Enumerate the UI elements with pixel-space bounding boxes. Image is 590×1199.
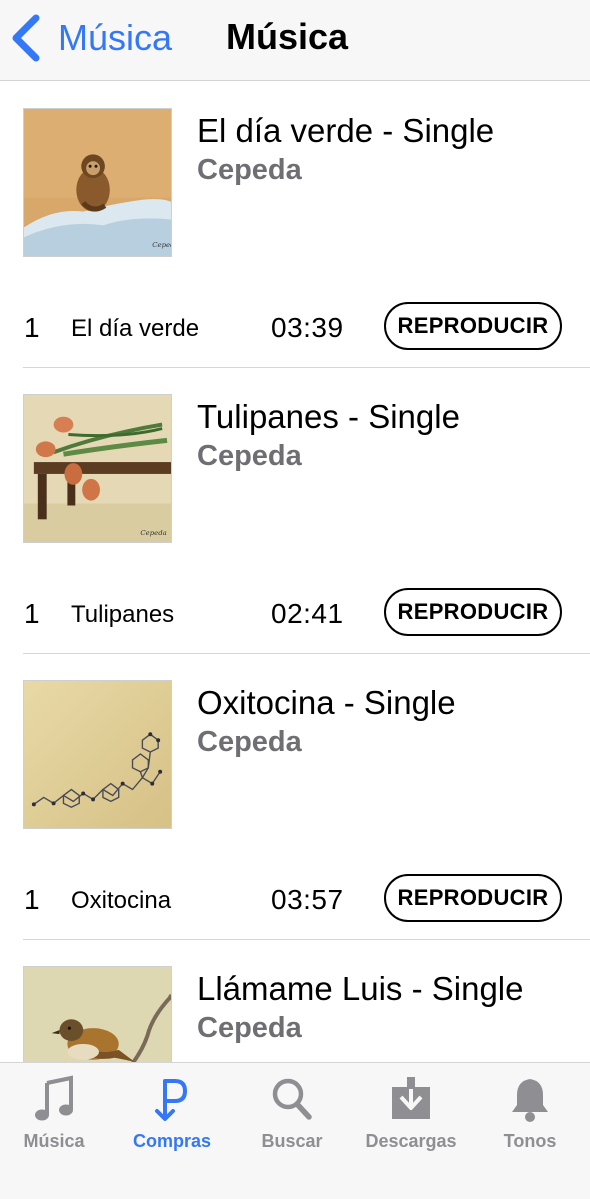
play-button[interactable]: REPRODUCIR xyxy=(384,588,562,636)
tulips-on-bench-painting: Cepeda xyxy=(24,395,171,542)
download-icon xyxy=(392,1077,430,1119)
tab-descargas[interactable]: Descargas xyxy=(352,1063,470,1163)
molecule-structure-painting xyxy=(24,681,171,828)
page-title: Música xyxy=(226,16,349,57)
track-name: El día verde xyxy=(71,315,200,342)
album-title[interactable]: Oxitocina - Single xyxy=(197,684,456,722)
album-artwork-bird[interactable] xyxy=(23,966,172,1062)
track-duration: 03:57 xyxy=(271,884,344,915)
tab-tonos[interactable]: Tonos xyxy=(471,1063,589,1163)
tab-musica[interactable]: Música xyxy=(0,1063,113,1163)
tab-label: Tonos xyxy=(503,1131,557,1151)
album-title[interactable]: Tulipanes - Single xyxy=(197,398,460,436)
tab-label: Descargas xyxy=(365,1131,457,1151)
monkey-on-snow-painting: Cepeda xyxy=(24,109,171,256)
track-row[interactable]: 1 Tulipanes 02:41 REPRODUCIR xyxy=(0,578,590,654)
album-title[interactable]: El día verde - Single xyxy=(197,112,494,150)
album-title[interactable]: Llámame Luis - Single xyxy=(197,970,524,1008)
album-artwork-tulips[interactable]: Cepeda xyxy=(23,394,172,543)
tab-bar: Música Compras Buscar Descargas Tonos xyxy=(0,1062,590,1199)
track-row[interactable]: 1 El día verde 03:39 REPRODUCIR xyxy=(0,292,590,368)
tab-label: Buscar xyxy=(261,1131,323,1151)
track-row[interactable]: 1 Oxitocina 03:57 REPRODUCIR xyxy=(0,864,590,940)
album-item: Oxitocina - Single Cepeda 1 Oxitocina 03… xyxy=(0,654,590,940)
track-name: Oxitocina xyxy=(71,887,172,914)
album-item: Cepeda Tulipanes - Single Cepeda 1 Tulip… xyxy=(0,368,590,654)
music-note-icon xyxy=(35,1075,73,1121)
album-artist[interactable]: Cepeda xyxy=(197,1012,302,1045)
tab-label: Compras xyxy=(132,1131,212,1151)
track-duration: 02:41 xyxy=(271,598,344,629)
navigation-bar: Música Música xyxy=(0,0,590,81)
svg-text:Cepeda: Cepeda xyxy=(140,529,166,537)
album-list[interactable]: Cepeda El día verde - Single Cepeda 1 El… xyxy=(0,82,590,1062)
album-artwork-monkey[interactable]: Cepeda xyxy=(23,108,172,257)
album-item: Llámame Luis - Single Cepeda xyxy=(0,940,590,1062)
album-artist[interactable]: Cepeda xyxy=(197,154,302,187)
track-number: 1 xyxy=(24,598,40,629)
track-name: Tulipanes xyxy=(71,601,175,628)
track-duration: 03:39 xyxy=(271,312,344,343)
back-button[interactable]: Música xyxy=(8,10,172,66)
tab-buscar[interactable]: Buscar xyxy=(233,1063,351,1163)
album-artist[interactable]: Cepeda xyxy=(197,440,302,473)
album-artist[interactable]: Cepeda xyxy=(197,726,302,759)
tab-compras[interactable]: Compras xyxy=(113,1063,231,1163)
back-label: Música xyxy=(58,17,173,58)
album-item: Cepeda El día verde - Single Cepeda 1 El… xyxy=(0,82,590,368)
album-artwork-molecule[interactable] xyxy=(23,680,172,829)
search-icon xyxy=(272,1078,312,1120)
play-button[interactable]: REPRODUCIR xyxy=(384,874,562,922)
svg-text:Cepeda: Cepeda xyxy=(152,241,171,249)
track-number: 1 xyxy=(24,884,40,915)
track-number: 1 xyxy=(24,312,40,343)
chevron-left-icon xyxy=(12,14,40,62)
tab-label: Música xyxy=(23,1131,85,1151)
play-button[interactable]: REPRODUCIR xyxy=(384,302,562,350)
bell-icon xyxy=(512,1079,548,1122)
bird-on-branch-painting xyxy=(24,967,171,1062)
purchases-icon xyxy=(155,1079,187,1121)
